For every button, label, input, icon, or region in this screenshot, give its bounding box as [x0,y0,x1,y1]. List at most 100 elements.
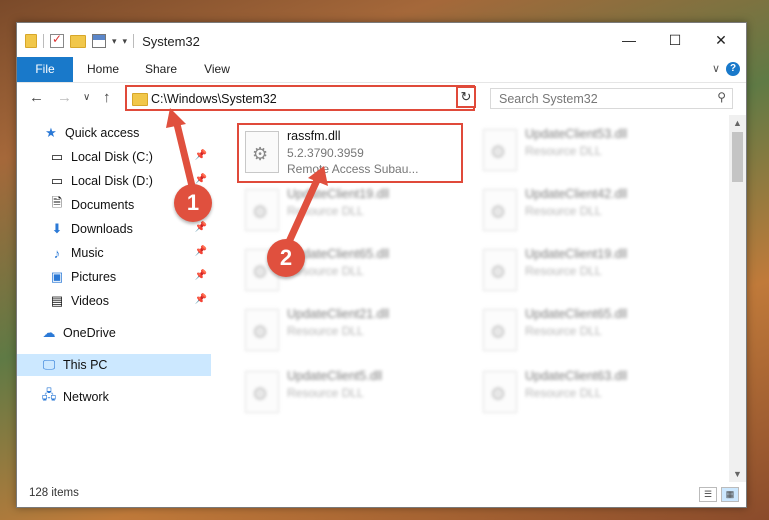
file-name: rassfm.dll [287,129,341,143]
file-type: Resource DLL [287,324,364,338]
dll-file-icon [483,371,517,413]
refresh-icon: ↻ [460,89,472,104]
file-name: UpdateClient53.dll [525,127,628,141]
file-name: UpdateClient65.dll [525,307,628,321]
scrollbar-thumb[interactable] [732,132,743,182]
file-name: UpdateClient5.dll [287,369,383,383]
sidebar-item-this-pc[interactable]: 🖵 This PC [17,354,211,376]
file-tile-rassfm[interactable]: rassfm.dll 5.2.3790.3959 Remote Access S… [237,123,463,183]
qat-more-icon[interactable]: ▾ [123,36,128,47]
back-arrow-icon[interactable]: ← [29,89,44,106]
refresh-button[interactable]: ↻ [456,86,476,108]
file-tile[interactable]: UpdateClient63.dll Resource DLL [477,365,701,423]
sidebar-item-label: Videos [71,294,109,308]
sidebar-item-label: Pictures [71,270,117,284]
file-type: Resource DLL [525,144,602,158]
separator [133,34,135,48]
tab-share[interactable]: Share [139,57,183,82]
sidebar-item-quick-access[interactable]: ★ Quick access [17,122,211,144]
search-placeholder: Search System32 [499,92,598,106]
file-description: Remote Access Subau... [287,162,419,176]
file-tile[interactable]: UpdateClient65.dll Resource DLL [477,303,701,361]
pin-icon: 📌 [194,150,207,161]
pin-icon: 📌 [194,270,207,281]
step-marker-2: 2 [267,239,305,277]
folder-icon [132,93,148,106]
sidebar-item-label: OneDrive [63,326,116,340]
pictures-icon: ▣ [50,269,64,284]
separator [43,34,44,48]
file-tile[interactable]: UpdateClient42.dll Resource DLL [477,183,701,241]
download-icon: ⬇ [51,221,63,236]
drive-icon: ▭ [50,149,64,164]
address-bar[interactable]: C:\Windows\System32 ∨ [125,85,475,111]
sidebar-item-network[interactable]: 🖧 Network [17,386,211,408]
sidebar-item-label: Network [63,390,109,404]
file-tile[interactable]: UpdateClient21.dll Resource DLL [239,303,463,361]
sidebar-item-label: Local Disk (D:) [71,174,153,188]
cloud-icon: ☁ [42,325,56,340]
address-path[interactable]: C:\Windows\System32 [151,92,277,106]
sidebar-item-local-disk-c[interactable]: ▭ Local Disk (C:) 📌 [17,146,211,168]
qat-dropdown-icon[interactable]: ▾ [112,36,117,47]
help-icon[interactable]: ? [726,62,740,76]
properties-check-icon[interactable] [50,32,64,48]
dll-file-icon [245,189,279,231]
ribbon-tabs: File Home Share View ∨ ? [17,57,746,83]
details-view-icon[interactable]: ☰ [699,487,717,502]
vertical-scrollbar[interactable]: ▲ ▼ [729,115,746,482]
dll-file-icon [483,309,517,351]
customize-icon[interactable] [92,34,106,48]
title-bar: ▾ ▾ System32 — ☐ ✕ [17,23,746,57]
file-name: UpdateClient19.dll [525,247,628,261]
close-button[interactable]: ✕ [698,23,744,57]
file-tile[interactable]: UpdateClient19.dll Resource DLL [477,243,701,301]
window-title: System32 [142,33,200,49]
tab-view[interactable]: View [197,57,237,82]
file-tile[interactable]: UpdateClient19.dll Resource DLL [239,183,463,241]
scroll-down-icon[interactable]: ▼ [733,469,742,479]
sidebar-item-label: Quick access [65,126,140,140]
file-name: UpdateClient21.dll [287,307,390,321]
file-tile[interactable]: UpdateClient5.dll Resource DLL [239,365,463,423]
file-type: Resource DLL [525,324,602,338]
search-input[interactable]: Search System32 ⚲ [490,88,733,109]
star-icon: ★ [45,125,57,140]
forward-arrow-icon[interactable]: → [57,89,72,106]
file-type: Resource DLL [525,264,602,278]
tab-file[interactable]: File [17,57,73,82]
file-tile[interactable]: UpdateClient53.dll Resource DLL [477,123,701,181]
new-folder-icon[interactable] [70,34,86,48]
document-icon: 🗎 [51,195,63,210]
dll-file-icon [483,129,517,171]
dll-file-icon [483,189,517,231]
maximize-button[interactable]: ☐ [652,23,698,57]
expand-ribbon-icon[interactable]: ∨ [712,62,720,75]
folder-icon [25,34,37,48]
file-type: Resource DLL [525,204,602,218]
scroll-up-icon[interactable]: ▲ [733,118,742,128]
explorer-window: ▾ ▾ System32 — ☐ ✕ File Home Share View … [16,22,747,508]
step-marker-1: 1 [174,184,212,222]
tab-home[interactable]: Home [81,57,125,82]
file-name: UpdateClient19.dll [287,187,390,201]
dll-file-icon [483,249,517,291]
pin-icon: 📌 [194,222,207,233]
sidebar-item-onedrive[interactable]: ☁ OneDrive [17,322,211,344]
computer-icon: 🖵 [42,357,56,372]
file-type: Resource DLL [525,386,602,400]
search-icon: ⚲ [717,90,726,104]
dll-file-icon [245,371,279,413]
sidebar-item-videos[interactable]: ▤ Videos 📌 [17,290,211,312]
recent-locations-icon[interactable]: ∨ [83,92,90,103]
pin-icon: 📌 [194,294,207,305]
sidebar-item-label: This PC [63,358,108,372]
up-arrow-icon[interactable]: ↑ [103,89,111,106]
sidebar-item-music[interactable]: ♪ Music 📌 [17,242,211,264]
sidebar-item-pictures[interactable]: ▣ Pictures 📌 [17,266,211,288]
dll-file-icon [245,309,279,351]
sidebar-item-downloads[interactable]: ⬇ Downloads 📌 [17,218,211,240]
tiles-view-icon[interactable]: ▦ [721,487,739,502]
minimize-button[interactable]: — [606,23,652,57]
music-icon: ♪ [53,245,61,261]
